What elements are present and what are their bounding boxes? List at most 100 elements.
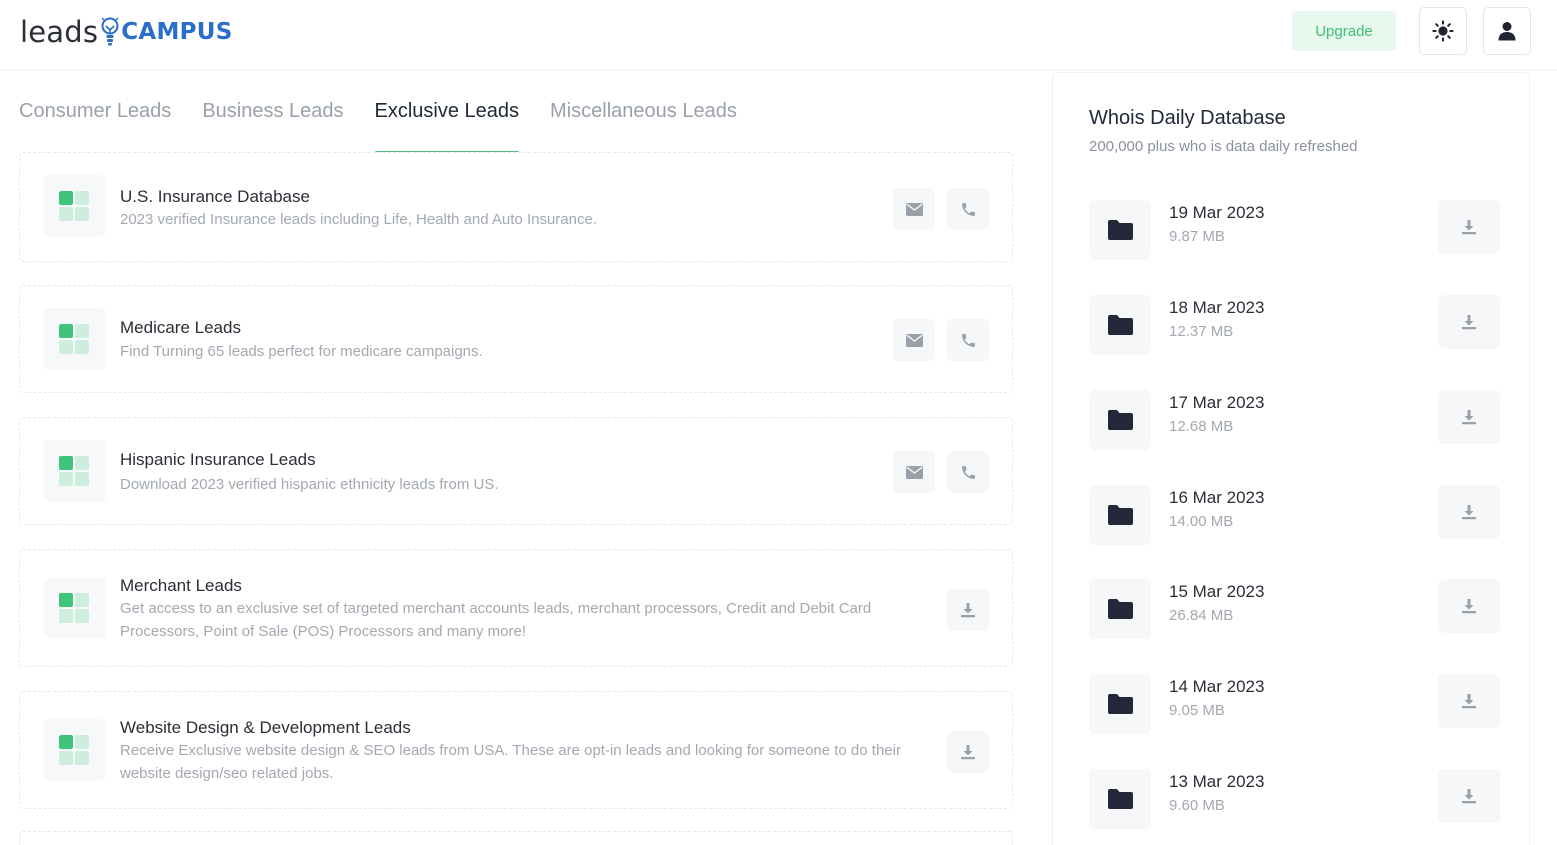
lead-card-partial — [19, 831, 1013, 845]
download-button[interactable] — [1438, 769, 1500, 823]
top-header: leads CAMPUS Upgrade — [0, 0, 1557, 70]
theme-toggle-button[interactable] — [1419, 7, 1467, 55]
folder-icon-box — [1089, 674, 1151, 734]
tab-business-leads[interactable]: Business Leads — [202, 96, 343, 154]
database-size: 9.87 MB — [1169, 228, 1225, 245]
user-menu-button[interactable] — [1483, 7, 1531, 55]
whois-panel: Whois Daily Database 200,000 plus who is… — [1052, 72, 1530, 845]
envelope-icon — [905, 333, 923, 347]
email-button[interactable] — [893, 188, 935, 230]
envelope-icon — [905, 202, 923, 216]
grid-icon — [44, 719, 106, 781]
grid-icon — [44, 175, 106, 237]
brand-logo[interactable]: leads CAMPUS — [20, 14, 233, 50]
lead-card: Medicare Leads Find Turning 65 leads per… — [19, 285, 1013, 393]
lead-description: Find Turning 65 leads perfect for medica… — [120, 343, 483, 360]
database-date: 18 Mar 2023 — [1169, 298, 1265, 317]
lead-card: Website Design & Development Leads Recei… — [19, 691, 1013, 809]
folder-icon — [1107, 789, 1133, 809]
folder-icon-box — [1089, 200, 1151, 260]
database-row: 17 Mar 2023 12.68 MB — [1089, 390, 1501, 450]
folder-icon-box — [1089, 295, 1151, 355]
download-icon — [1462, 599, 1476, 614]
lead-title: Medicare Leads — [120, 318, 241, 337]
call-button[interactable] — [947, 451, 989, 493]
database-size: 12.68 MB — [1169, 418, 1234, 435]
database-date: 19 Mar 2023 — [1169, 203, 1265, 222]
database-date: 16 Mar 2023 — [1169, 488, 1265, 507]
folder-icon — [1107, 220, 1133, 240]
call-button[interactable] — [947, 319, 989, 361]
download-icon — [961, 745, 975, 760]
category-tabs: Consumer Leads Business Leads Exclusive … — [19, 96, 768, 154]
tab-miscellaneous-leads[interactable]: Miscellaneous Leads — [550, 96, 737, 154]
call-button[interactable] — [947, 188, 989, 230]
logo-text-leads: leads — [20, 15, 99, 49]
panel-subtitle: 200,000 plus who is data daily refreshed — [1089, 138, 1358, 155]
lead-description: 2023 verified Insurance leads including … — [120, 211, 597, 228]
upgrade-button[interactable]: Upgrade — [1292, 11, 1396, 51]
database-row: 13 Mar 2023 9.60 MB — [1089, 769, 1501, 829]
tab-consumer-leads[interactable]: Consumer Leads — [19, 96, 171, 154]
lead-description: Receive Exclusive website design & SEO l… — [120, 742, 901, 782]
email-button[interactable] — [893, 319, 935, 361]
database-row: 18 Mar 2023 12.37 MB — [1089, 295, 1501, 355]
database-row: 19 Mar 2023 9.87 MB — [1089, 200, 1501, 260]
folder-icon — [1107, 505, 1133, 525]
database-date: 14 Mar 2023 — [1169, 677, 1265, 696]
lead-card: Merchant Leads Get access to an exclusiv… — [19, 549, 1013, 667]
panel-title: Whois Daily Database — [1089, 107, 1286, 129]
database-date: 15 Mar 2023 — [1169, 582, 1265, 601]
lead-title: Website Design & Development Leads — [120, 718, 411, 737]
download-button[interactable] — [1438, 295, 1500, 349]
download-button[interactable] — [1438, 674, 1500, 728]
download-icon — [961, 603, 975, 618]
email-button[interactable] — [893, 451, 935, 493]
tab-exclusive-leads[interactable]: Exclusive Leads — [374, 96, 519, 154]
download-button[interactable] — [947, 589, 989, 631]
download-icon — [1462, 220, 1476, 235]
database-size: 14.00 MB — [1169, 513, 1234, 530]
download-icon — [1462, 789, 1476, 804]
database-size: 9.60 MB — [1169, 797, 1225, 814]
folder-icon — [1107, 315, 1133, 335]
folder-icon-box — [1089, 579, 1151, 639]
lead-description: Download 2023 verified hispanic ethnicit… — [120, 476, 499, 493]
database-row: 16 Mar 2023 14.00 MB — [1089, 485, 1501, 545]
download-icon — [1462, 315, 1476, 330]
database-size: 9.05 MB — [1169, 702, 1225, 719]
download-icon — [1462, 694, 1476, 709]
user-icon — [1498, 22, 1516, 41]
download-button[interactable] — [1438, 200, 1500, 254]
lightbulb-icon — [101, 17, 119, 46]
phone-icon — [961, 202, 975, 216]
folder-icon-box — [1089, 390, 1151, 450]
folder-icon-box — [1089, 485, 1151, 545]
grid-icon — [44, 308, 106, 370]
phone-icon — [961, 465, 975, 479]
folder-icon — [1107, 410, 1133, 430]
lead-title: U.S. Insurance Database — [120, 187, 310, 206]
download-button[interactable] — [947, 731, 989, 773]
download-button[interactable] — [1438, 390, 1500, 444]
folder-icon — [1107, 599, 1133, 619]
download-button[interactable] — [1438, 579, 1500, 633]
logo-text-campus: CAMPUS — [121, 19, 233, 45]
lead-description: Get access to an exclusive set of target… — [120, 600, 872, 640]
lead-title: Hispanic Insurance Leads — [120, 450, 316, 469]
folder-icon — [1107, 694, 1133, 714]
lead-title: Merchant Leads — [120, 576, 242, 595]
lead-card: Hispanic Insurance Leads Download 2023 v… — [19, 417, 1013, 525]
grid-icon — [44, 577, 106, 639]
phone-icon — [961, 333, 975, 347]
download-icon — [1462, 505, 1476, 520]
grid-icon — [44, 440, 106, 502]
lead-card: U.S. Insurance Database 2023 verified In… — [19, 152, 1013, 262]
database-row: 14 Mar 2023 9.05 MB — [1089, 674, 1501, 734]
database-size: 26.84 MB — [1169, 607, 1234, 624]
folder-icon-box — [1089, 769, 1151, 829]
download-button[interactable] — [1438, 485, 1500, 539]
database-date: 13 Mar 2023 — [1169, 772, 1265, 791]
envelope-icon — [905, 465, 923, 479]
sun-icon — [1432, 20, 1454, 42]
